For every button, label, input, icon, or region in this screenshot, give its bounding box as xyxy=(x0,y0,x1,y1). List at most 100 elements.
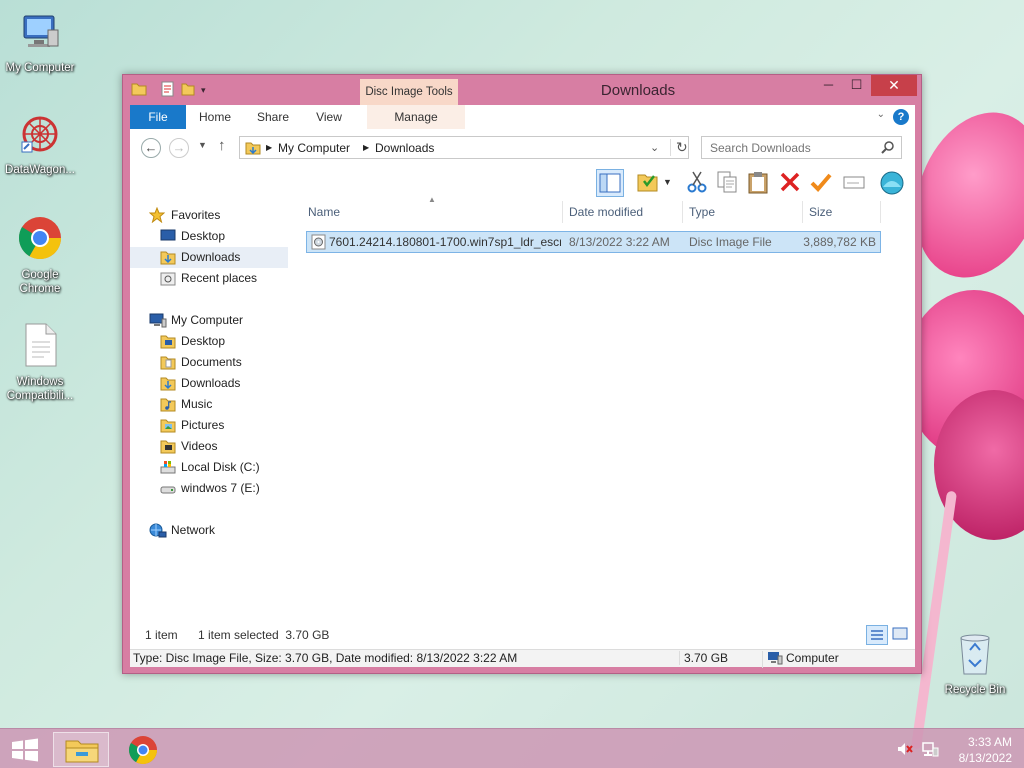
delete-icon[interactable] xyxy=(776,169,804,197)
expand-ribbon-icon[interactable]: ⌄ xyxy=(877,109,885,120)
new-folder-icon[interactable] xyxy=(181,81,195,100)
desktop-icon-label: Recycle Bin xyxy=(944,684,1006,696)
help-icon[interactable]: ? xyxy=(893,109,909,125)
column-header-date[interactable]: Date modified xyxy=(569,199,679,225)
desktop-icon-label: Windows Compatibili... xyxy=(6,376,74,402)
disc-image-icon xyxy=(311,234,326,253)
taskbar: 3:33 AM 8/13/2022 xyxy=(0,728,1024,768)
breadcrumb-my-computer[interactable]: My Computer xyxy=(278,141,350,155)
nav-label: Downloads xyxy=(181,376,241,390)
breadcrumb-arrow-icon[interactable]: ▶ xyxy=(363,143,369,152)
start-button[interactable] xyxy=(0,732,50,767)
nav-pc-downloads[interactable]: Downloads xyxy=(130,373,288,394)
column-divider[interactable] xyxy=(802,201,803,223)
desktop-icon-chrome[interactable]: Google Chrome xyxy=(0,215,80,296)
system-clock[interactable]: 3:33 AM 8/13/2022 xyxy=(959,734,1012,766)
taskbar-chrome[interactable] xyxy=(115,732,171,767)
search-icon[interactable] xyxy=(881,140,895,157)
table-row[interactable]: 7601.24214.180801-1700.win7sp1_ldr_escr.… xyxy=(306,231,881,253)
maximize-button[interactable]: ☐ xyxy=(843,75,870,96)
desktop-icon-my-computer[interactable]: My Computer xyxy=(0,10,80,75)
folder-icon xyxy=(245,140,261,159)
nav-label: windwos 7 (E:) xyxy=(181,481,260,495)
nav-pc-local-disk[interactable]: Local Disk (C:) xyxy=(130,457,288,478)
volume-muted-icon[interactable] xyxy=(896,741,914,760)
nav-network[interactable]: Network xyxy=(130,520,288,541)
select-checkmark-icon[interactable] xyxy=(807,169,835,197)
column-divider[interactable] xyxy=(880,201,881,223)
taskbar-file-explorer[interactable] xyxy=(53,732,109,767)
nav-fav-downloads[interactable]: Downloads xyxy=(130,247,288,268)
explorer-client-area: ← → ▼ ↑ ▶ My Computer ▶ Downloads ⌄ ↻ Se… xyxy=(130,129,915,668)
large-icons-view-button[interactable] xyxy=(890,625,912,645)
cut-icon[interactable] xyxy=(683,169,711,197)
column-divider[interactable] xyxy=(682,201,683,223)
column-header-size[interactable]: Size xyxy=(809,199,879,225)
nav-label: Local Disk (C:) xyxy=(181,460,260,474)
nav-favorites[interactable]: Favorites xyxy=(130,205,288,226)
nav-label: My Computer xyxy=(171,313,244,327)
desktop-icon-label: My Computer xyxy=(5,62,75,74)
up-button[interactable]: ↑ xyxy=(218,137,226,154)
properties-dropdown-icon[interactable]: ▼ xyxy=(663,177,672,187)
shell-icon[interactable] xyxy=(878,169,906,197)
close-button[interactable]: ✕ xyxy=(871,75,917,96)
tab-file[interactable]: File xyxy=(130,105,186,129)
file-name: 7601.24214.180801-1700.win7sp1_ldr_escr.… xyxy=(329,235,561,249)
details-view-button[interactable] xyxy=(866,625,888,645)
tab-view[interactable]: View xyxy=(306,105,352,129)
back-button[interactable]: ← xyxy=(141,138,161,158)
properties-icon[interactable] xyxy=(634,169,662,197)
nav-pc-music[interactable]: Music xyxy=(130,394,288,415)
title-bar[interactable]: ▾ Disc Image Tools Downloads ─ ☐ ✕ xyxy=(123,75,921,105)
copy-icon[interactable] xyxy=(713,169,741,197)
nav-label: Music xyxy=(181,397,213,411)
desktop-icon-windows-compat[interactable]: Windows Compatibili... xyxy=(0,322,80,403)
nav-fav-recent[interactable]: Recent places xyxy=(130,268,288,289)
breadcrumb-downloads[interactable]: Downloads xyxy=(375,141,434,155)
desktop-icon-recycle-bin[interactable]: Recycle Bin xyxy=(935,630,1015,697)
column-header-type[interactable]: Type xyxy=(689,199,799,225)
nav-pc-pictures[interactable]: Pictures xyxy=(130,415,288,436)
nav-pc-videos[interactable]: Videos xyxy=(130,436,288,457)
forward-button[interactable]: → xyxy=(169,138,189,158)
desktop-icon-datawagon[interactable]: DataWagon... xyxy=(0,112,80,177)
window-title: Downloads xyxy=(600,82,676,99)
customize-dropdown-icon[interactable]: ▾ xyxy=(201,85,206,96)
nav-fav-desktop[interactable]: Desktop xyxy=(130,226,288,247)
removable-drive-icon xyxy=(160,481,176,503)
nav-pc-documents[interactable]: Documents xyxy=(130,352,288,373)
address-bar[interactable]: ▶ My Computer ▶ Downloads ⌄ ↻ xyxy=(239,136,689,159)
rename-icon[interactable] xyxy=(840,169,868,197)
selection-info: 1 item selected 3.70 GB xyxy=(198,628,330,642)
nav-my-computer[interactable]: My Computer xyxy=(130,310,288,331)
network-icon xyxy=(149,523,167,546)
recent-locations-icon[interactable]: ▼ xyxy=(198,140,207,150)
nav-pc-desktop[interactable]: Desktop xyxy=(130,331,288,352)
breadcrumb-arrow-icon[interactable]: ▶ xyxy=(266,143,272,152)
status-bar: 1 item 1 item selected 3.70 GB xyxy=(130,621,915,649)
nav-label: Desktop xyxy=(181,334,226,348)
tab-manage[interactable]: Manage xyxy=(367,105,465,129)
file-type: Disc Image File xyxy=(689,235,772,249)
file-size: 3,889,782 KB xyxy=(803,235,876,249)
search-input[interactable] xyxy=(701,136,902,159)
properties-icon[interactable] xyxy=(161,81,175,100)
file-list: ▲ Name Date modified Type Size 7601.2421… xyxy=(300,195,915,619)
address-dropdown-icon[interactable]: ⌄ xyxy=(650,141,659,154)
tab-home[interactable]: Home xyxy=(192,105,238,129)
nav-pc-windows7-drive[interactable]: windwos 7 (E:) xyxy=(130,478,288,499)
paste-icon[interactable] xyxy=(744,169,772,197)
details-bar: Type: Disc Image File, Size: 3.70 GB, Da… xyxy=(130,649,915,668)
refresh-icon[interactable]: ↻ xyxy=(670,139,688,156)
minimize-button[interactable]: ─ xyxy=(815,75,842,96)
tab-share[interactable]: Share xyxy=(250,105,296,129)
nav-label: Videos xyxy=(181,439,218,453)
datawagon-icon xyxy=(0,112,80,160)
column-header-name[interactable]: Name xyxy=(308,199,558,225)
column-divider[interactable] xyxy=(562,201,563,223)
clock-date: 8/13/2022 xyxy=(958,751,1012,765)
network-status-icon[interactable] xyxy=(921,741,939,760)
preview-pane-button[interactable] xyxy=(596,169,624,197)
folder-icon[interactable] xyxy=(131,81,147,100)
